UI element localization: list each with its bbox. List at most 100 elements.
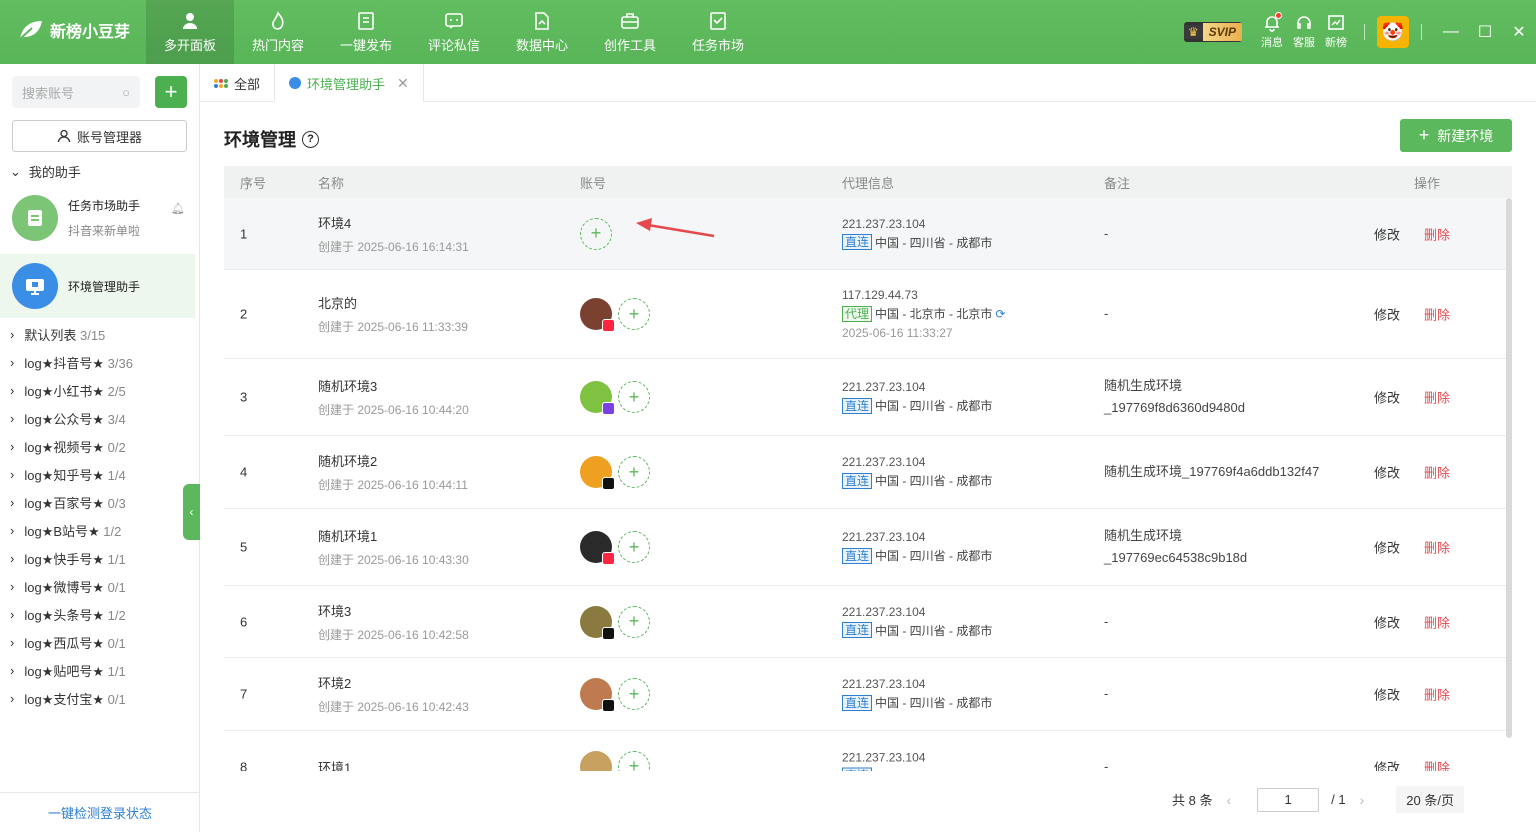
new-environment-button[interactable]: + 新建环境 <box>1400 119 1512 152</box>
add-account-to-env-button[interactable]: + <box>618 605 650 638</box>
edit-button[interactable]: 修改 <box>1374 538 1400 557</box>
chevron-right-icon: › <box>10 326 15 342</box>
nav-item-3[interactable]: 评论私信 <box>410 0 498 64</box>
delete-button[interactable]: 删除 <box>1424 388 1450 407</box>
nav-item-6[interactable]: 任务市场 <box>674 0 762 64</box>
tab-env-manager[interactable]: 环境管理助手 ✕ <box>275 64 424 102</box>
account-avatar[interactable] <box>580 605 615 640</box>
nav-item-5[interactable]: 创作工具 <box>586 0 674 64</box>
ops-cell: 修改 删除 <box>1374 224 1450 243</box>
notify-bell-icon[interactable]: 🔔︎ <box>171 202 185 215</box>
top-bar: 新榜小豆芽 多开面板 热门内容 一键发布 评论私信 数据中心 创作工具 任务市场 ♛ SVIP… <box>0 0 1536 64</box>
note-cell: - <box>1104 613 1109 629</box>
account-search-input[interactable]: 搜索账号 ○ <box>12 76 140 108</box>
ops-cell: 修改 删除 <box>1374 463 1450 482</box>
svip-badge[interactable]: ♛ SVIP <box>1183 22 1242 42</box>
page-size-select[interactable]: 20 条/页 <box>1396 786 1464 813</box>
collapse-sidebar-handle[interactable]: ‹ <box>183 484 200 540</box>
env-name-cell: 环境2 创建于 2025-06-16 10:42:43 <box>318 676 469 714</box>
group-item[interactable]: › log★微博号★ 0/1 <box>10 576 126 596</box>
note-cell: 随机生成环境_197769f4a6ddb132f47 <box>1104 464 1320 479</box>
platform-badge-icon <box>602 699 615 712</box>
tab-all[interactable]: 全部 <box>200 64 276 102</box>
message-button[interactable]: 消息 <box>1256 12 1288 50</box>
detect-login-status-link[interactable]: 一键检测登录状态 <box>0 792 200 832</box>
edit-button[interactable]: 修改 <box>1374 388 1400 407</box>
add-account-to-env-button[interactable]: + <box>618 678 650 710</box>
my-helpers-toggle[interactable]: ⌄ 我的助手 <box>10 162 81 181</box>
add-account-to-env-button[interactable]: + <box>618 531 650 563</box>
row-index: 1 <box>240 226 248 241</box>
table-row: 7 环境2 创建于 2025-06-16 10:42:43 +221.237.23.1… <box>224 658 1506 731</box>
account-cell: + <box>580 217 612 250</box>
nav-item-2[interactable]: 一键发布 <box>322 0 410 64</box>
helper-env-manager[interactable]: 环境管理助手 <box>0 254 195 318</box>
edit-button[interactable]: 修改 <box>1374 224 1400 243</box>
account-avatar[interactable] <box>580 381 615 415</box>
close-tab-icon[interactable]: ✕ <box>397 75 409 92</box>
delete-button[interactable]: 删除 <box>1424 685 1450 704</box>
help-icon[interactable]: ? <box>302 130 319 148</box>
page-number-input[interactable]: 1 <box>1257 787 1320 812</box>
add-account-to-env-button[interactable]: + <box>580 217 612 250</box>
helper-task-market[interactable]: 任务市场助手 抖音来新单啦 🔔︎ <box>0 186 195 250</box>
table-scrollbar[interactable] <box>1506 198 1512 738</box>
group-item[interactable]: › log★快手号★ 1/1 <box>10 548 126 568</box>
delete-button[interactable]: 删除 <box>1424 305 1450 324</box>
group-item[interactable]: › log★B站号★ 1/2 <box>10 520 121 540</box>
group-item[interactable]: › log★百家号★ 0/3 <box>10 492 126 512</box>
group-item[interactable]: › log★头条号★ 1/2 <box>10 604 126 624</box>
edit-button[interactable]: 修改 <box>1374 685 1400 704</box>
user-avatar[interactable]: 🤡 <box>1377 16 1409 48</box>
delete-button[interactable]: 删除 <box>1424 463 1450 482</box>
add-account-to-env-button[interactable]: + <box>618 750 650 771</box>
headset-icon <box>1297 16 1311 29</box>
account-avatar[interactable] <box>580 456 615 490</box>
nav-item-0[interactable]: 多开面板 <box>146 0 234 64</box>
account-avatar[interactable] <box>580 298 615 332</box>
delete-button[interactable]: 删除 <box>1424 538 1450 557</box>
group-item[interactable]: › log★贴吧号★ 1/1 <box>10 660 126 680</box>
account-avatar[interactable] <box>580 531 615 565</box>
newrank-button[interactable]: 新榜 <box>1320 14 1352 50</box>
group-item[interactable]: › log★知乎号★ 1/4 <box>10 464 126 484</box>
refresh-icon[interactable]: ⟳ <box>995 307 1005 321</box>
add-account-to-env-button[interactable]: + <box>618 298 650 330</box>
group-item[interactable]: › log★西瓜号★ 0/1 <box>10 632 126 652</box>
chevron-right-icon: › <box>10 662 15 678</box>
group-item[interactable]: › log★小红书★ 2/5 <box>10 380 126 400</box>
nav-item-1[interactable]: 热门内容 <box>234 0 322 64</box>
edit-button[interactable]: 修改 <box>1374 305 1400 324</box>
env-tab-icon <box>289 77 302 89</box>
close-window-button[interactable]: ✕ <box>1502 22 1536 42</box>
account-cell: + <box>580 456 650 490</box>
edit-button[interactable]: 修改 <box>1374 757 1400 771</box>
add-account-button[interactable]: + <box>155 76 187 108</box>
minimize-button[interactable]: — <box>1434 23 1468 41</box>
group-item[interactable]: › log★支付宝★ 0/1 <box>10 688 126 708</box>
group-item[interactable]: › log★公众号★ 3/4 <box>10 408 126 428</box>
account-cell: + <box>580 750 650 771</box>
row-index: 5 <box>240 539 248 555</box>
add-account-to-env-button[interactable]: + <box>618 381 650 413</box>
delete-button[interactable]: 删除 <box>1424 224 1450 243</box>
service-button[interactable]: 客服 <box>1288 14 1320 50</box>
edit-button[interactable]: 修改 <box>1374 612 1400 631</box>
prev-page-icon[interactable]: ‹ <box>1226 792 1231 808</box>
next-page-icon[interactable]: › <box>1360 792 1365 808</box>
account-manager-button[interactable]: 账号管理器 <box>12 120 187 152</box>
delete-button[interactable]: 删除 <box>1424 612 1450 631</box>
chevron-right-icon: › <box>10 354 15 370</box>
account-avatar[interactable] <box>580 750 612 771</box>
delete-button[interactable]: 删除 <box>1424 757 1450 771</box>
toolbox-icon <box>621 12 639 29</box>
maximize-button[interactable]: ☐ <box>1468 22 1502 42</box>
add-account-to-env-button[interactable]: + <box>618 456 650 488</box>
edit-button[interactable]: 修改 <box>1374 463 1400 482</box>
group-item[interactable]: › log★抖音号★ 3/36 <box>10 352 133 372</box>
group-item[interactable]: › 默认列表 3/15 <box>10 324 105 344</box>
nav-item-4[interactable]: 数据中心 <box>498 0 586 64</box>
group-item[interactable]: › log★视频号★ 0/2 <box>10 436 126 456</box>
account-avatar[interactable] <box>580 678 615 712</box>
row-index: 8 <box>240 759 248 771</box>
